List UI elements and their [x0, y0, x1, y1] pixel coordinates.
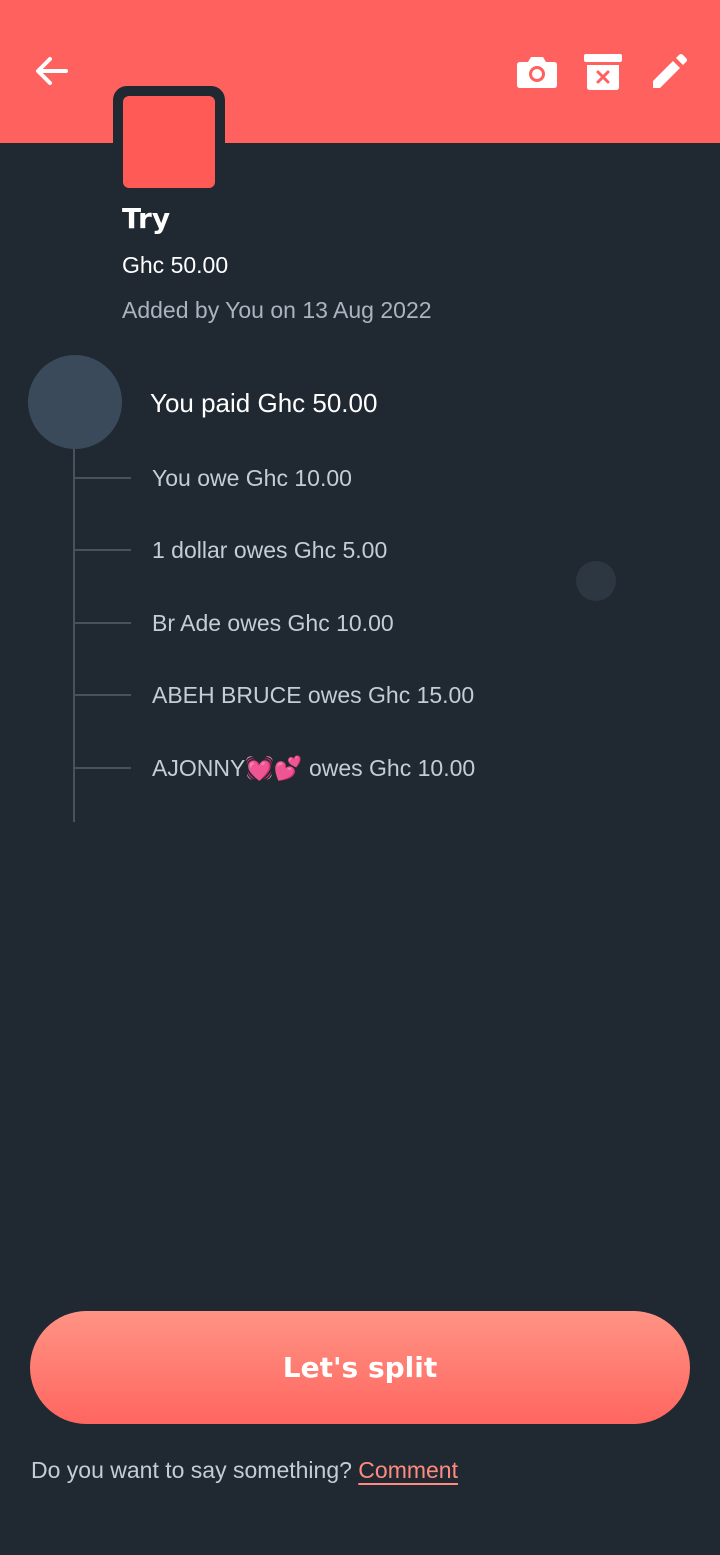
camera-button[interactable]: [512, 50, 562, 94]
payer-avatar: [28, 355, 122, 449]
comment-prompt: Do you want to say something?: [31, 1457, 352, 1483]
lets-split-button[interactable]: Let's split: [30, 1311, 690, 1424]
share-item: AJONNY💓💕 owes Ghc 10.00: [152, 755, 476, 781]
payer-summary: You paid Ghc 50.00: [150, 388, 378, 418]
comment-link[interactable]: Comment: [358, 1457, 458, 1483]
top-app-bar: [0, 0, 720, 143]
split-branch: [75, 622, 131, 624]
expense-amount: Ghc 50.00: [122, 252, 229, 278]
expense-added-by: Added by You on 13 Aug 2022: [122, 297, 432, 323]
expense-thumbnail-image: [123, 96, 215, 188]
share-item: You owe Ghc 10.00: [152, 465, 352, 491]
share-item: ABEH BRUCE owes Ghc 15.00: [152, 682, 475, 708]
touch-ripple: [576, 561, 616, 601]
pencil-icon: [653, 54, 687, 88]
split-branch: [75, 549, 131, 551]
archive-delete-icon: [584, 54, 622, 90]
comment-row: Do you want to say something? Comment: [31, 1457, 458, 1484]
arrow-left-icon: [36, 57, 68, 85]
expense-thumbnail[interactable]: [113, 86, 225, 198]
edit-button[interactable]: [644, 48, 694, 94]
split-branch: [75, 477, 131, 479]
lets-split-label: Let's split: [282, 1351, 438, 1384]
delete-button[interactable]: [578, 48, 628, 94]
share-item: 1 dollar owes Ghc 5.00: [152, 537, 388, 563]
share-item: Br Ade owes Ghc 10.00: [152, 610, 394, 636]
split-branch: [75, 694, 131, 696]
back-button[interactable]: [28, 50, 74, 92]
camera-icon: [517, 57, 557, 88]
split-branch: [75, 767, 131, 769]
expense-title: Try: [122, 202, 171, 235]
